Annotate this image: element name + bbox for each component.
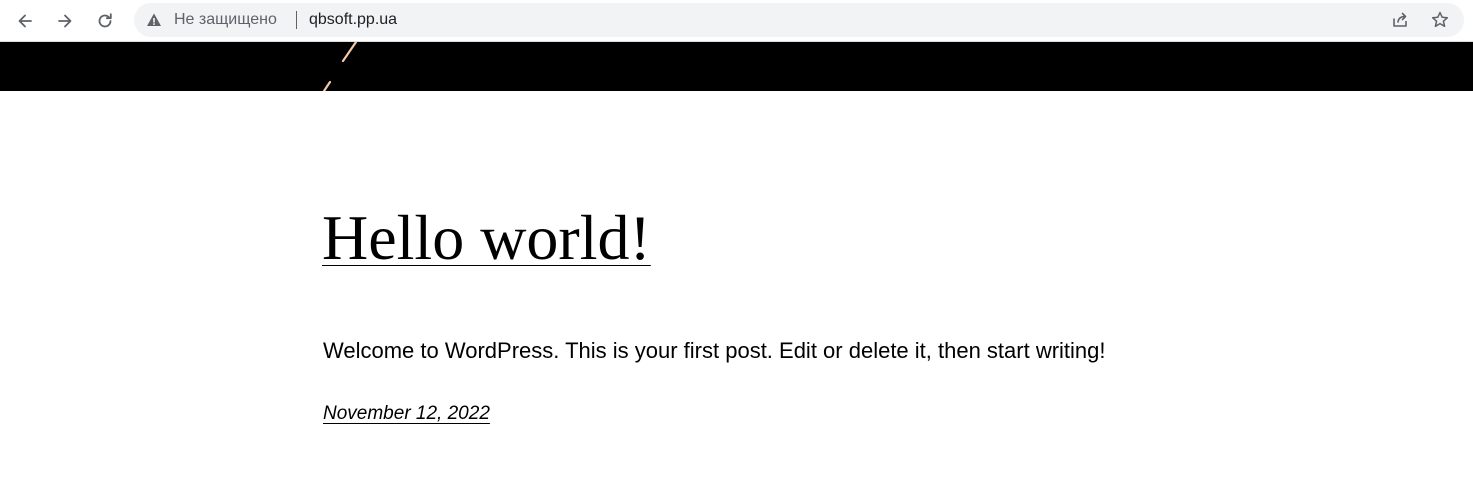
address-bar[interactable]: Не защищено qbsoft.pp.ua [134, 3, 1464, 37]
arrow-left-icon [18, 14, 32, 28]
site-header [0, 42, 1473, 91]
address-separator [296, 11, 297, 29]
browser-toolbar: Не защищено qbsoft.pp.ua [0, 0, 1473, 42]
back-button[interactable] [9, 5, 41, 37]
reload-icon [98, 13, 112, 28]
warning-triangle-icon [147, 13, 161, 26]
reload-button[interactable] [89, 5, 121, 37]
forward-button[interactable] [49, 5, 81, 37]
post-title-link[interactable]: Hello world! [322, 196, 651, 280]
header-decoration [322, 42, 358, 91]
post-excerpt: Welcome to WordPress. This is your first… [323, 338, 1106, 363]
security-label: Не защищено [174, 11, 277, 28]
security-indicator[interactable]: Не защищено [146, 3, 277, 37]
arrow-right-icon [58, 14, 72, 28]
star-icon[interactable] [1430, 10, 1450, 30]
url-text[interactable]: qbsoft.pp.ua [309, 3, 397, 37]
share-icon[interactable] [1390, 10, 1410, 30]
post-date-link[interactable]: November 12, 2022 [323, 401, 490, 427]
